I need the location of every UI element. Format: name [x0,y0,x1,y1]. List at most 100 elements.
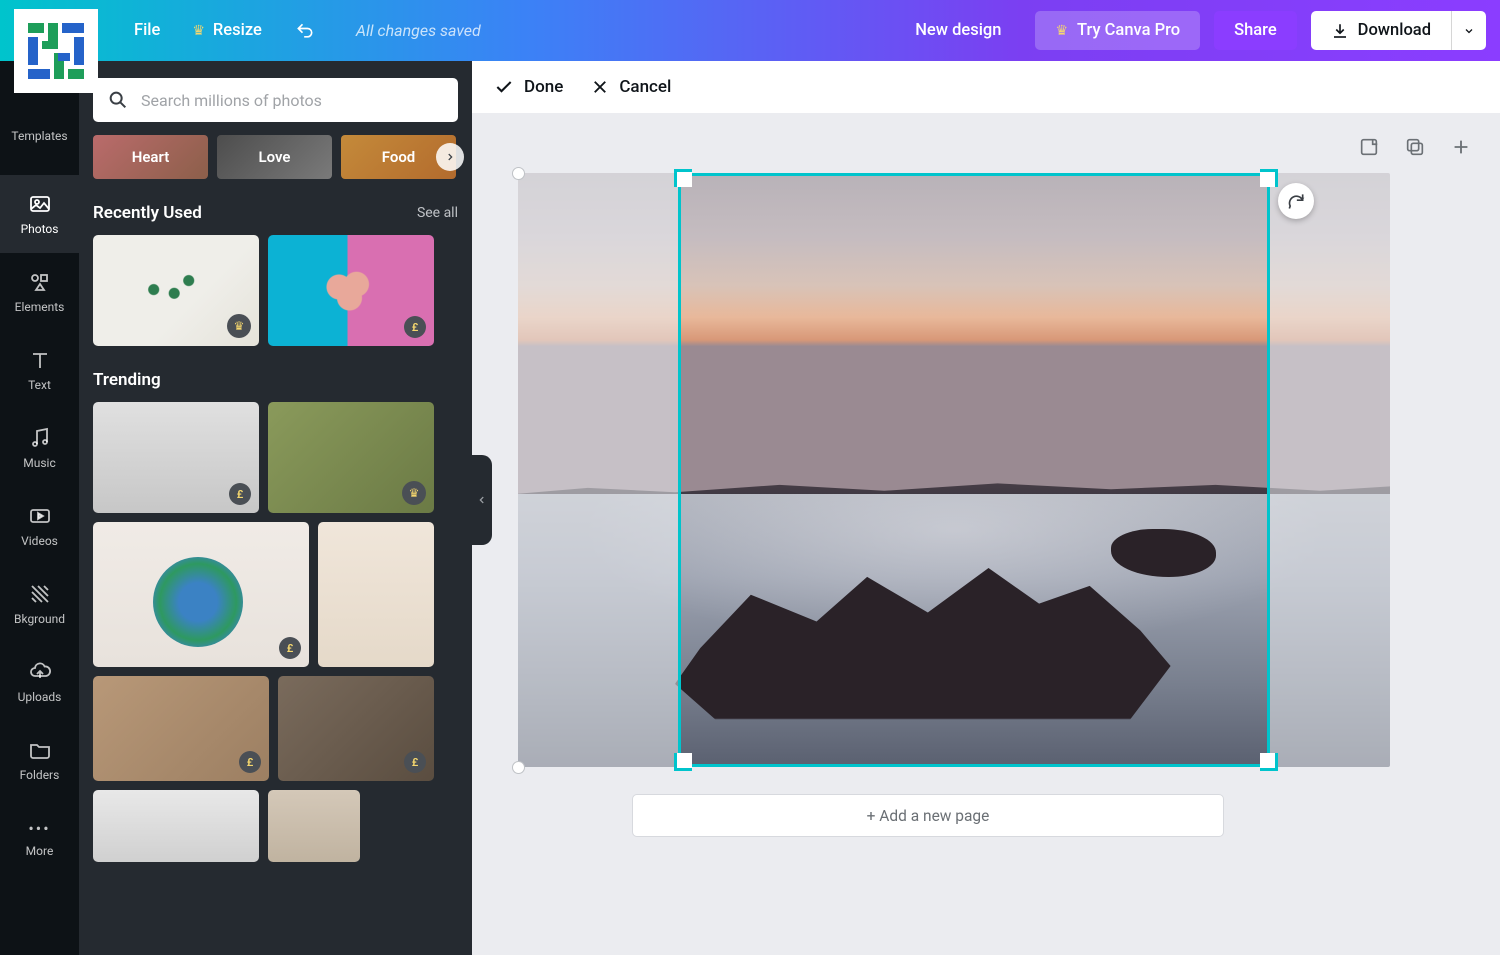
try-pro-label: Try Canva Pro [1077,21,1180,40]
rail-text-label: Text [28,378,51,392]
resize-label: Resize [213,21,262,40]
topbar-left-group: File ♛ Resize [134,21,316,41]
rail-text[interactable]: Text [0,331,79,409]
photo-thumb[interactable] [93,522,309,667]
plus-icon [1450,136,1472,158]
copy-icon [1404,136,1426,158]
image-frame[interactable] [518,173,1390,767]
chevron-right-icon [445,151,455,163]
download-button[interactable]: Download [1311,11,1451,50]
close-icon [591,78,609,96]
shapes-icon [28,270,52,294]
undo-button[interactable] [294,21,316,41]
rail-templates-label: Templates [11,129,67,143]
photo-thumb[interactable] [268,790,360,862]
photo-thumb[interactable] [93,790,259,862]
rail-folders[interactable]: Folders [0,721,79,799]
top-bar: File ♛ Resize All changes saved New desi… [0,0,1500,61]
rail-folders-label: Folders [20,768,60,782]
left-rail: Templates Photos Elements Text Music Vid… [0,61,79,955]
chevron-left-icon [477,493,487,507]
category-love[interactable]: Love [217,135,332,179]
file-menu[interactable]: File [134,21,160,40]
recently-used-title: Recently Used [93,203,202,223]
check-icon [494,77,514,97]
rotate-button[interactable] [1278,183,1314,219]
photo-thumb[interactable] [93,402,259,513]
trending-header: Trending [93,370,458,390]
try-pro-button[interactable]: ♛ Try Canva Pro [1035,11,1200,50]
app-logo[interactable] [14,9,98,93]
rail-templates[interactable]: Templates [0,97,79,175]
recently-used-thumbs [93,235,458,346]
panel-collapse-tab[interactable] [472,455,492,545]
resize-handle-bl[interactable] [512,761,525,774]
search-bar[interactable] [93,78,458,122]
photo-icon [28,192,52,216]
done-button[interactable]: Done [494,77,563,97]
photo-thumb[interactable] [268,402,434,513]
photo-thumb[interactable] [278,676,434,781]
photo-thumb[interactable] [93,235,259,346]
resize-button[interactable]: ♛ Resize [192,21,262,40]
new-design-button[interactable]: New design [895,11,1021,50]
logo-icon [24,19,88,83]
rail-videos-label: Videos [21,534,58,548]
category-next-button[interactable] [436,143,464,171]
rail-more-label: More [26,844,54,858]
photo-thumb[interactable] [93,676,269,781]
crop-handle-tr[interactable] [1260,169,1278,187]
background-icon [28,582,52,606]
more-dots-icon: ••• [28,819,50,838]
rail-photos[interactable]: Photos [0,175,79,253]
cancel-label: Cancel [619,77,671,97]
photos-panel: Heart Love Food Recently Used See all Tr… [79,61,472,955]
rail-photos-label: Photos [21,222,59,236]
download-caret-button[interactable] [1451,11,1486,50]
video-icon [28,504,52,528]
photo-content [518,173,1390,767]
rail-uploads-label: Uploads [18,690,62,704]
download-group: Download [1311,11,1486,50]
rail-uploads[interactable]: Uploads [0,643,79,721]
add-page-button[interactable]: + Add a new page [632,794,1224,837]
crop-handle-tl[interactable] [674,169,692,187]
cancel-button[interactable]: Cancel [591,77,671,97]
photo-thumb[interactable] [268,235,434,346]
chevron-down-icon [1463,25,1475,37]
category-heart[interactable]: Heart [93,135,208,179]
rail-background[interactable]: Bkground [0,565,79,643]
rail-background-label: Bkground [14,612,65,626]
rail-music-label: Music [23,456,55,470]
trending-title: Trending [93,370,161,390]
text-icon [28,348,52,372]
crop-handle-bl[interactable] [674,753,692,771]
note-icon [1358,136,1380,158]
crop-action-bar: Done Cancel [472,61,1500,113]
canvas-area: + Add a new page [472,113,1500,955]
rail-music[interactable]: Music [0,409,79,487]
download-icon [1331,22,1349,40]
photo-thumb[interactable] [318,522,434,667]
crop-handle-br[interactable] [1260,753,1278,771]
duplicate-page-button[interactable] [1401,133,1429,161]
notes-button[interactable] [1355,133,1383,161]
rail-more[interactable]: ••• More [0,799,79,877]
add-page-icon-button[interactable] [1447,133,1475,161]
cloud-upload-icon [28,660,52,684]
search-input[interactable] [141,91,444,110]
rail-videos[interactable]: Videos [0,487,79,565]
see-all-link[interactable]: See all [417,205,458,221]
crown-icon: ♛ [1055,23,1068,39]
resize-handle-tl[interactable] [512,167,525,180]
folder-icon [28,738,52,762]
done-label: Done [524,77,563,97]
rotate-icon [1286,191,1306,211]
share-button[interactable]: Share [1214,11,1297,50]
download-label: Download [1358,21,1431,40]
canvas-toolbar [1355,133,1475,161]
topbar-right-group: New design ♛ Try Canva Pro Share Downloa… [895,11,1486,50]
rail-elements-label: Elements [15,300,65,314]
save-status: All changes saved [356,21,481,40]
rail-elements[interactable]: Elements [0,253,79,331]
